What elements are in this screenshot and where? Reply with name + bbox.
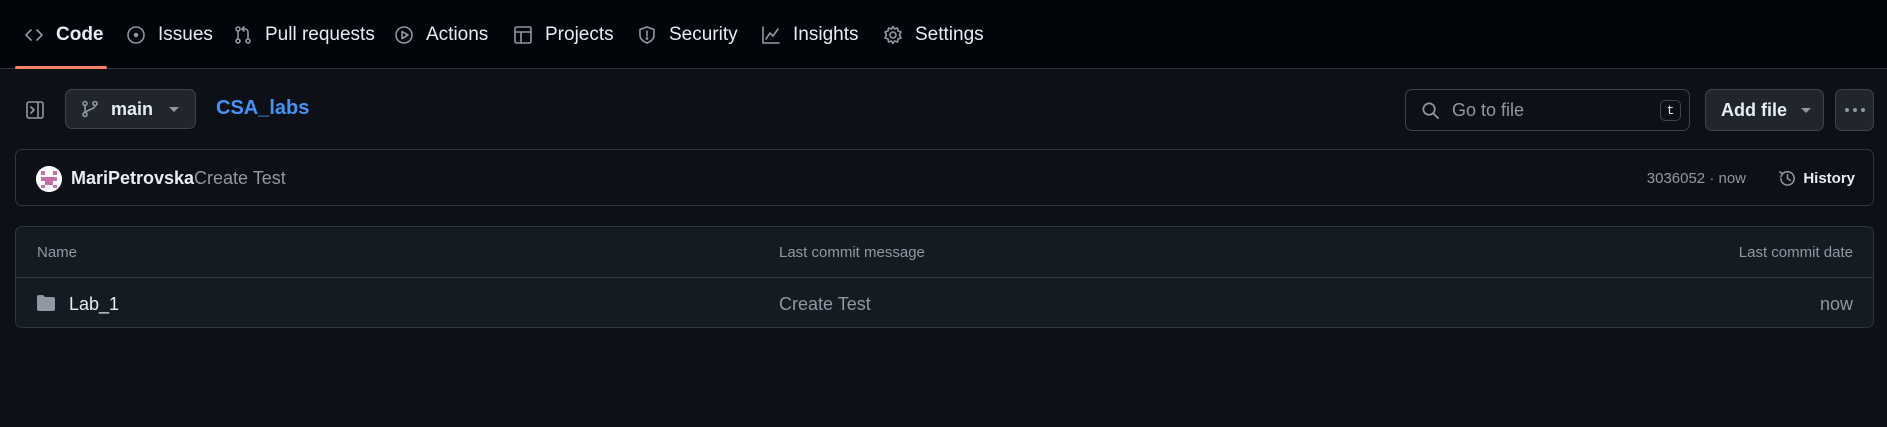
table-icon [514, 25, 532, 44]
tab-actions[interactable]: Actions [394, 0, 488, 69]
latest-commit-bar: MariPetrovska Create Test 3036052 · now … [15, 149, 1874, 206]
graph-icon [762, 25, 780, 44]
column-header-name: Name [37, 244, 78, 261]
more-options-button[interactable] [1835, 89, 1874, 131]
files-table: Name Last commit message Last commit dat… [15, 226, 1874, 328]
table-row[interactable]: Lab_1 Create Test now [16, 278, 1873, 327]
history-button[interactable]: History [1778, 163, 1855, 193]
chevron-down-icon [1801, 107, 1811, 113]
sidebar-toggle-button[interactable] [17, 92, 53, 128]
gear-icon [884, 25, 902, 44]
tab-issues[interactable]: Issues [126, 0, 213, 69]
keyboard-shortcut-hint: t [1660, 100, 1681, 121]
tab-label: Issues [158, 23, 213, 45]
column-header-last-commit-message: Last commit message [779, 244, 925, 261]
tab-pull-requests[interactable]: Pull requests [233, 0, 375, 69]
history-label: History [1803, 169, 1855, 187]
tab-insights[interactable]: Insights [761, 0, 858, 69]
file-name-link[interactable]: Lab_1 [69, 294, 119, 315]
git-pull-request-icon [235, 25, 251, 44]
shield-icon [639, 25, 655, 44]
commit-hash-link[interactable]: 3036052 · now [1647, 170, 1746, 187]
tab-label: Code [56, 23, 104, 45]
branch-name: main [111, 98, 154, 119]
commit-author-link[interactable]: MariPetrovska [71, 168, 194, 189]
row-commit-date: now [1819, 294, 1853, 314]
git-branch-icon [82, 100, 98, 118]
tab-label: Insights [793, 23, 859, 45]
add-file-label: Add file [1721, 99, 1787, 120]
tab-label: Settings [915, 23, 984, 45]
add-file-button[interactable]: Add file [1705, 89, 1824, 131]
repo-name-link[interactable]: CSA_labs [216, 97, 309, 120]
table-header: Name Last commit message Last commit dat… [16, 227, 1873, 278]
search-input[interactable] [1452, 99, 1652, 121]
kebab-horizontal-icon [1844, 108, 1849, 112]
issue-opened-icon [127, 25, 145, 44]
identicon-icon [36, 166, 62, 192]
search-icon [1422, 102, 1439, 119]
column-header-last-commit-date: Last commit date [1738, 244, 1853, 261]
chevron-down-icon [169, 106, 180, 112]
go-to-file-search[interactable]: t [1405, 89, 1690, 131]
tab-code[interactable]: Code [24, 0, 104, 69]
tab-label: Pull requests [265, 23, 375, 45]
avatar[interactable] [36, 166, 62, 192]
tab-label: Projects [545, 23, 614, 45]
tab-label: Security [669, 23, 738, 45]
tab-settings[interactable]: Settings [883, 0, 984, 69]
commit-message-link[interactable]: Create Test [194, 168, 286, 189]
active-tab-indicator [15, 66, 107, 69]
play-icon [395, 25, 413, 44]
tab-projects[interactable]: Projects [513, 0, 614, 69]
folder-icon [37, 295, 55, 311]
repo-nav: Code Issues Pull requests Actions Projec… [0, 0, 1887, 69]
branch-select-button[interactable]: main [65, 89, 196, 129]
row-commit-message-link[interactable]: Create Test [779, 294, 871, 315]
code-icon [25, 28, 43, 41]
tab-label: Actions [426, 23, 489, 45]
history-icon [1779, 170, 1796, 186]
tab-security[interactable]: Security [637, 0, 738, 69]
sidebar-expand-icon [26, 101, 44, 119]
